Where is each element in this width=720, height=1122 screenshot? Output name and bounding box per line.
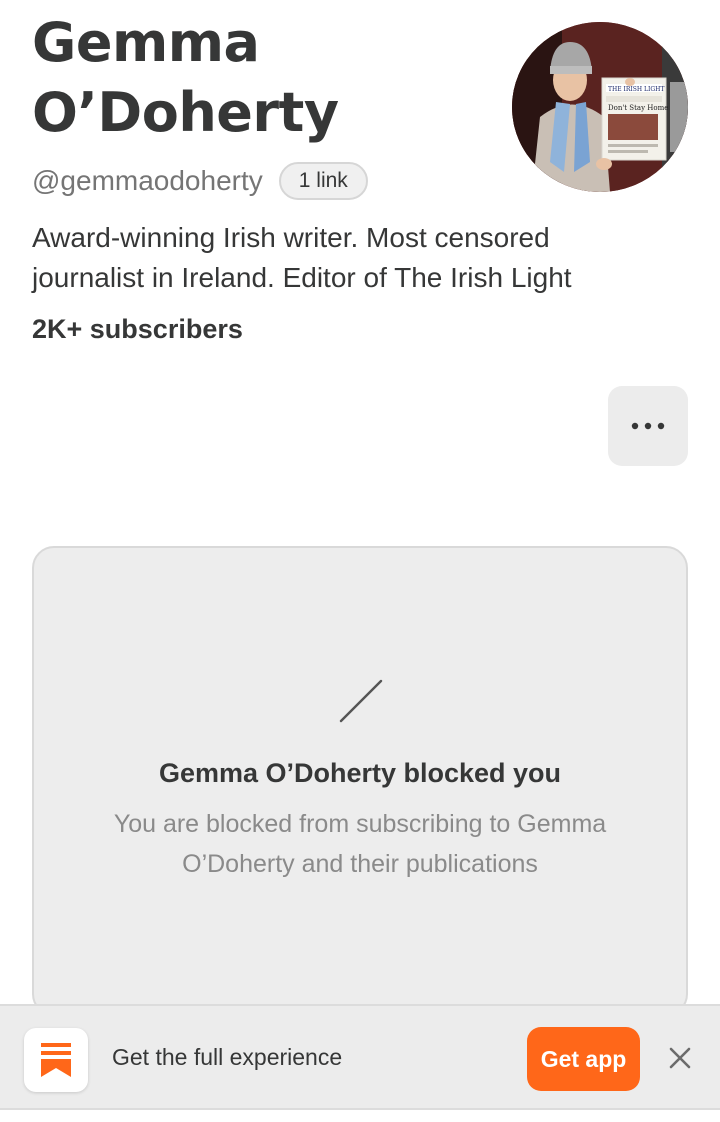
profile-bio: Award-winning Irish writer. Most censore…: [32, 222, 572, 293]
blocked-description: You are blocked from subscribing to Gemm…: [113, 810, 607, 878]
avatar-newspaper-masthead: THE IRISH LIGHT: [608, 86, 664, 93]
get-app-button[interactable]: Get app: [527, 1027, 640, 1091]
profile-handle: @gemmaodoherty: [32, 165, 263, 196]
substack-app-icon: [24, 1028, 88, 1092]
handle-row: @gemmaodoherty 1 link: [32, 160, 368, 202]
blocked-title: Gemma O’Doherty blocked you: [158, 758, 562, 788]
profile-name: Gemma O’Doherty: [32, 11, 339, 144]
banner-text: Get the full experience: [112, 1044, 343, 1070]
app-banner: Get the full experience Get app: [0, 1004, 720, 1110]
more-horizontal-icon: [631, 422, 665, 430]
avatar-newspaper-headline: Don't Stay Home: [608, 104, 668, 112]
avatar[interactable]: THE IRISH LIGHT Don't Stay Home: [512, 22, 688, 192]
links-button[interactable]: 1 link: [278, 162, 368, 200]
blocked-card: Gemma O’Doherty blocked you You are bloc…: [32, 546, 688, 1016]
close-icon[interactable]: [664, 1042, 696, 1074]
more-options-button[interactable]: [608, 386, 688, 466]
slash-icon: [339, 679, 383, 723]
subscriber-count[interactable]: 2K+ subscribers: [32, 314, 243, 345]
substack-logo-icon: [41, 1043, 71, 1077]
